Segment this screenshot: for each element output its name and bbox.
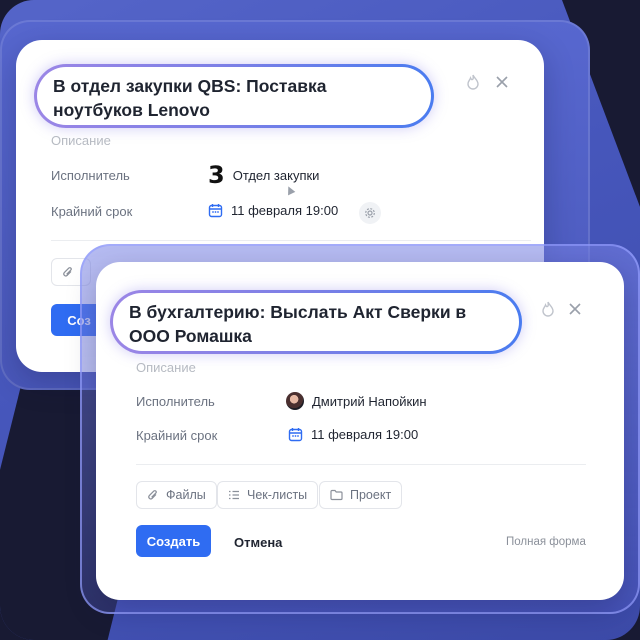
task-title-input[interactable]: В бухгалтерию: Выслать Акт Сверки в ООО … — [110, 290, 522, 354]
create-button[interactable]: Создать — [136, 525, 211, 557]
close-icon[interactable] — [566, 300, 584, 318]
folder-icon — [330, 489, 343, 501]
deadline-label: Крайний срок — [51, 204, 133, 219]
paperclip-icon — [148, 489, 157, 499]
project-chip-label: Проект — [350, 488, 392, 502]
assignee-label: Исполнитель — [136, 394, 215, 409]
deadline-field[interactable]: 11 февраля 19:00 — [288, 427, 418, 442]
task-card-accounting: В бухгалтерию: Выслать Акт Сверки в ООО … — [96, 262, 624, 600]
task-title-input[interactable]: В отдел закупки QBS: Поставка ноутбуков … — [34, 64, 434, 128]
fire-icon[interactable] — [464, 73, 482, 91]
gear-icon[interactable] — [359, 202, 381, 224]
checklist-icon — [229, 490, 239, 500]
deadline-value: 11 февраля 19:00 — [231, 203, 339, 218]
deadline-value: 11 февраля 19:00 — [311, 427, 419, 442]
deadline-label: Крайний срок — [136, 428, 218, 443]
assignee-label: Исполнитель — [51, 168, 130, 183]
cancel-button[interactable]: Отмена — [234, 535, 282, 550]
files-chip-label: Файлы — [166, 488, 206, 502]
checklists-chip-label: Чек-листы — [247, 488, 308, 502]
divider — [136, 464, 586, 465]
avatar — [286, 392, 304, 410]
files-chip[interactable]: Файлы — [136, 481, 217, 509]
close-icon[interactable] — [493, 73, 511, 91]
assignee-value: Дмитрий Напойкин — [312, 393, 427, 409]
project-chip[interactable]: Проект — [319, 481, 403, 509]
assignee-field[interactable]: 3 Отдел закупки — [208, 161, 320, 189]
calendar-icon — [288, 428, 303, 442]
checklists-chip[interactable]: Чек-листы — [217, 481, 319, 509]
deadline-field[interactable]: 11 февраля 19:00 — [208, 203, 338, 218]
calendar-icon — [208, 204, 223, 218]
assignee-field[interactable]: Дмитрий Напойкин — [286, 392, 427, 410]
description-placeholder[interactable]: Описание — [51, 133, 111, 148]
fire-icon[interactable] — [539, 300, 557, 318]
department-logo: 3 — [208, 161, 225, 189]
full-form-link[interactable]: Полная форма — [506, 536, 586, 548]
divider — [51, 240, 531, 241]
description-placeholder[interactable]: Описание — [136, 360, 196, 375]
assignee-value: Отдел закупки — [232, 167, 320, 183]
mouse-cursor — [284, 184, 296, 196]
paperclip-icon — [63, 266, 72, 276]
